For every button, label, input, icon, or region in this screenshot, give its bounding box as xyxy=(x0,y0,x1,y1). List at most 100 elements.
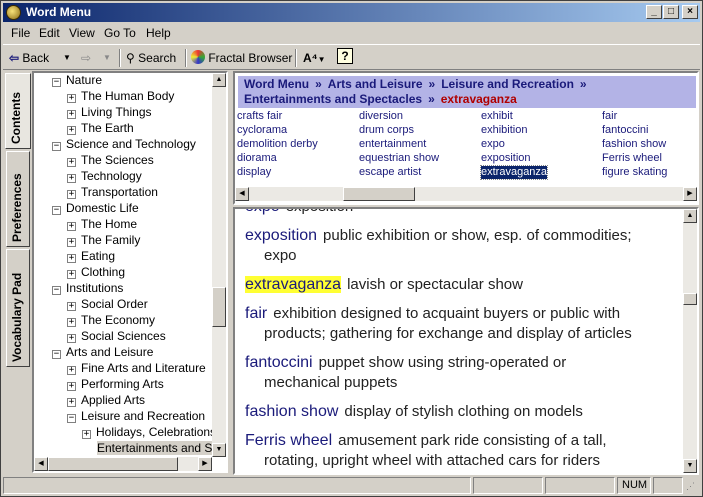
expand-icon[interactable]: + xyxy=(82,430,91,439)
expand-icon[interactable]: + xyxy=(67,222,76,231)
tree-item[interactable]: − Science and Technology xyxy=(52,136,196,152)
expand-icon[interactable]: + xyxy=(67,270,76,279)
tree-item[interactable]: + The Sciences xyxy=(67,152,154,168)
expand-icon[interactable]: + xyxy=(67,382,76,391)
tree-item[interactable]: + Clothing xyxy=(67,264,125,280)
definition-term[interactable]: expo xyxy=(245,209,280,215)
minimize-button[interactable]: _ xyxy=(646,5,662,19)
word-item[interactable]: exhibition xyxy=(481,124,527,137)
collapse-icon[interactable]: − xyxy=(52,78,61,87)
scroll-right-button[interactable]: ▶ xyxy=(198,457,212,471)
tree-item[interactable]: + The Economy xyxy=(67,312,155,328)
forward-dropdown[interactable]: ▼ xyxy=(103,49,111,67)
word-item[interactable]: figure skating xyxy=(602,166,667,179)
scroll-thumb[interactable] xyxy=(683,293,697,305)
collapse-icon[interactable]: − xyxy=(67,414,76,423)
scroll-up-button[interactable]: ▲ xyxy=(212,73,226,87)
tab-contents[interactable]: Contents xyxy=(5,73,31,149)
tree-item[interactable]: + Applied Arts xyxy=(67,392,145,408)
tree-item[interactable]: − Nature xyxy=(52,73,102,88)
tree-item[interactable]: + Social Sciences xyxy=(67,328,166,344)
scroll-down-button[interactable]: ▼ xyxy=(683,459,697,473)
breadcrumb-item[interactable]: Entertainments and Spectacles xyxy=(244,92,422,106)
expand-icon[interactable]: + xyxy=(67,398,76,407)
word-item[interactable]: display xyxy=(237,166,271,179)
tree-item[interactable]: − Arts and Leisure xyxy=(52,344,153,360)
tree-item[interactable]: + Technology xyxy=(67,168,142,184)
scroll-up-button[interactable]: ▲ xyxy=(683,209,697,223)
menu-edit[interactable]: Edit xyxy=(39,26,60,40)
scroll-thumb[interactable] xyxy=(212,287,226,327)
font-size-button[interactable]: A⁴▼ xyxy=(303,49,326,67)
back-button[interactable]: ⇦ Back xyxy=(9,49,49,67)
tree-item[interactable]: + Holidays, Celebrations, and xyxy=(82,424,226,440)
tree-item[interactable]: + Social Order xyxy=(67,296,148,312)
tree-item[interactable]: + Performing Arts xyxy=(67,376,164,392)
expand-icon[interactable]: + xyxy=(67,238,76,247)
search-button[interactable]: ⚲ Search xyxy=(126,49,176,67)
word-item[interactable]: fashion show xyxy=(602,138,666,151)
tree-item[interactable]: − Leisure and Recreation xyxy=(67,408,205,424)
breadcrumb-item[interactable]: Word Menu xyxy=(244,77,309,91)
tree-item[interactable]: Entertainments and Spectacles xyxy=(82,440,226,456)
close-button[interactable]: × xyxy=(682,5,698,19)
expand-icon[interactable]: + xyxy=(67,334,76,343)
expand-icon[interactable]: + xyxy=(67,174,76,183)
tree-item[interactable]: + The Home xyxy=(67,216,137,232)
word-item[interactable]: equestrian show xyxy=(359,152,439,165)
maximize-button[interactable]: □ xyxy=(663,5,679,19)
word-item[interactable]: exhibit xyxy=(481,110,513,123)
expand-icon[interactable]: + xyxy=(67,302,76,311)
collapse-icon[interactable]: − xyxy=(52,350,61,359)
help-icon[interactable]: ? xyxy=(337,48,353,64)
tree-horizontal-scrollbar[interactable]: ◀ ▶ xyxy=(34,457,212,471)
definitions-scrollbar[interactable]: ▲ ▼ xyxy=(683,209,697,473)
breadcrumb-item[interactable]: Arts and Leisure xyxy=(328,77,423,91)
tab-vocabulary-pad[interactable]: Vocabulary Pad xyxy=(6,249,30,367)
word-item[interactable]: Ferris wheel xyxy=(602,152,662,165)
expand-icon[interactable]: + xyxy=(67,110,76,119)
word-item[interactable]: drum corps xyxy=(359,124,414,137)
menu-help[interactable]: Help xyxy=(146,26,171,40)
title-bar[interactable]: Word Menu _ □ × xyxy=(3,3,700,22)
word-grid-scrollbar[interactable]: ◀ ▶ xyxy=(235,187,697,201)
expand-icon[interactable]: + xyxy=(67,318,76,327)
tree-item[interactable]: + Fine Arts and Literature xyxy=(67,360,206,376)
word-item[interactable]: diversion xyxy=(359,110,403,123)
expand-icon[interactable]: + xyxy=(67,190,76,199)
definition-term[interactable]: exposition xyxy=(245,227,317,244)
tree-item[interactable]: + Eating xyxy=(67,248,115,264)
word-item[interactable]: escape artist xyxy=(359,166,421,179)
collapse-icon[interactable]: − xyxy=(52,286,61,295)
scroll-left-button[interactable]: ◀ xyxy=(34,457,48,471)
tree-item[interactable]: + The Human Body xyxy=(67,88,174,104)
menu-file[interactable]: File xyxy=(11,26,30,40)
expand-icon[interactable]: + xyxy=(67,126,76,135)
tree-item[interactable]: + Transportation xyxy=(67,184,158,200)
expand-icon[interactable]: + xyxy=(67,158,76,167)
tab-preferences[interactable]: Preferences xyxy=(6,151,30,247)
breadcrumb-item[interactable]: Leisure and Recreation xyxy=(441,77,574,91)
tree-item[interactable]: + The Earth xyxy=(67,120,134,136)
word-item[interactable]: exposition xyxy=(481,152,531,165)
word-item[interactable]: expo xyxy=(481,138,505,151)
word-item[interactable]: crafts fair xyxy=(237,110,282,123)
word-item[interactable]: entertainment xyxy=(359,138,426,151)
expand-icon[interactable]: + xyxy=(67,94,76,103)
scroll-thumb[interactable] xyxy=(343,187,415,201)
back-dropdown[interactable]: ▼ xyxy=(63,49,71,67)
scroll-left-button[interactable]: ◀ xyxy=(235,187,249,201)
resize-grip-icon[interactable]: ⋰ xyxy=(686,480,698,492)
menu-view[interactable]: View xyxy=(69,26,95,40)
definition-term[interactable]: Ferris wheel xyxy=(245,432,332,449)
tree-item[interactable]: + Living Things xyxy=(67,104,152,120)
expand-icon[interactable]: + xyxy=(67,366,76,375)
word-item[interactable]: diorama xyxy=(237,152,277,165)
definition-term[interactable]: fashion show xyxy=(245,403,338,420)
collapse-icon[interactable]: − xyxy=(52,206,61,215)
word-item[interactable]: cyclorama xyxy=(237,124,287,137)
tree-item[interactable]: − Institutions xyxy=(52,280,123,296)
scroll-down-button[interactable]: ▼ xyxy=(212,443,226,457)
scroll-thumb[interactable] xyxy=(48,457,178,471)
word-item[interactable]: extravaganza xyxy=(479,165,549,180)
